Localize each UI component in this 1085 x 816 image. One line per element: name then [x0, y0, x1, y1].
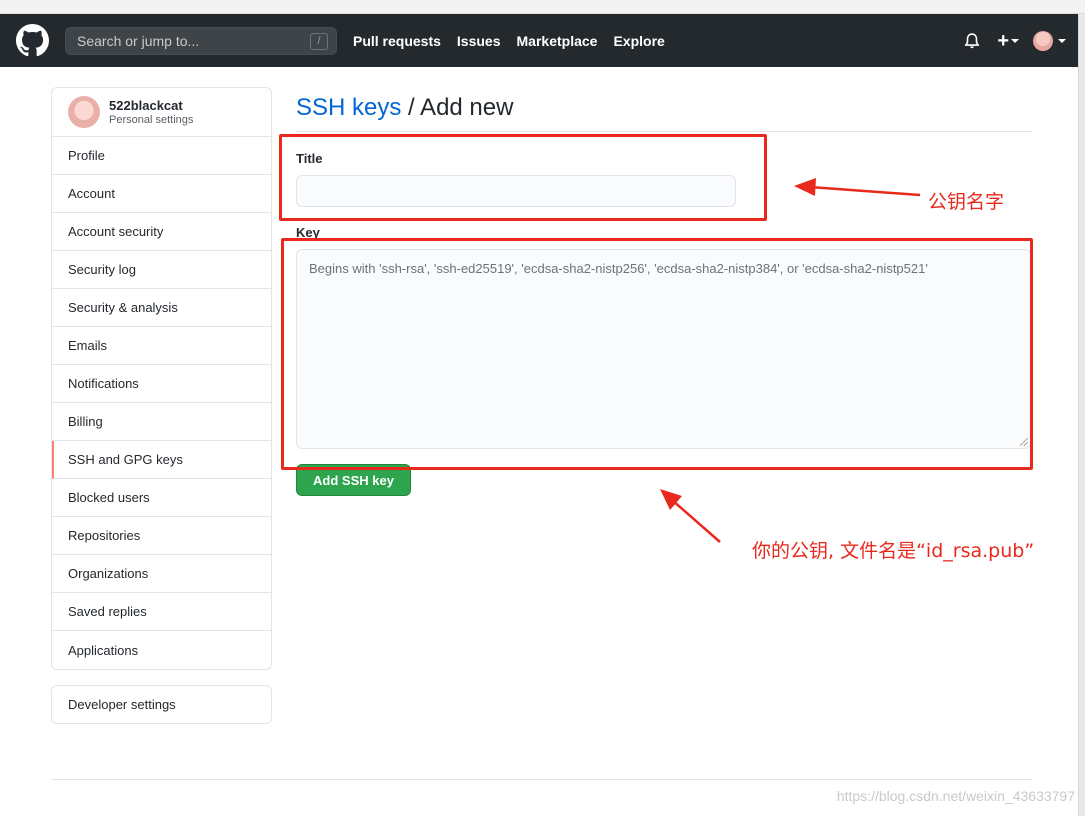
arrow-to-title-icon: [794, 178, 921, 197]
annotation-arrows: [660, 178, 921, 543]
annotation-key-note: 你的公钥, 文件名是“id_rsa.pub”: [752, 540, 1035, 562]
annotation-title-note: 公钥名字: [928, 191, 1005, 213]
watermark: https://blog.csdn.net/weixin_43633797: [836, 788, 1075, 804]
footer-divider: [51, 779, 1032, 780]
arrow-to-key-icon: [660, 489, 721, 543]
